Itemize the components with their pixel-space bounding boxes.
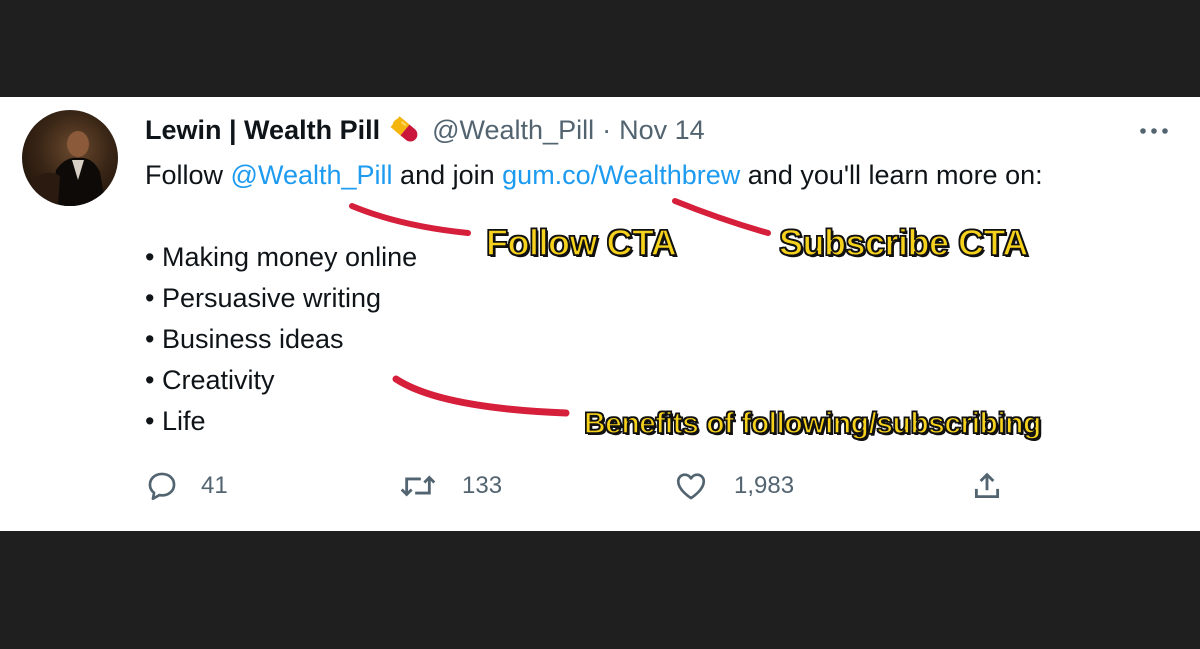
list-item: • Creativity bbox=[145, 365, 275, 395]
list-item: • Business ideas bbox=[145, 324, 344, 354]
tweet-text-line: Follow @Wealth_Pill and join gum.co/Weal… bbox=[145, 160, 1043, 191]
heart-icon bbox=[676, 473, 706, 500]
tweet-card[interactable]: Lewin | Wealth Pill @Wealth_Pill · Nov 1… bbox=[0, 97, 1200, 531]
tweet-header: Lewin | Wealth Pill @Wealth_Pill · Nov 1… bbox=[145, 115, 705, 145]
share-button[interactable] bbox=[970, 469, 1004, 503]
follow-cta-label: Follow CTA bbox=[485, 221, 677, 264]
retweet-icon bbox=[400, 475, 436, 497]
list-item: • Persuasive writing bbox=[145, 283, 382, 313]
pill-emoji-icon bbox=[388, 113, 422, 147]
reply-button[interactable]: 41 bbox=[145, 469, 228, 503]
retweet-button[interactable]: 133 bbox=[398, 469, 502, 503]
avatar-photo-icon bbox=[30, 131, 106, 206]
author-name[interactable]: Lewin | Wealth Pill bbox=[145, 115, 380, 146]
mention-link[interactable]: @Wealth_Pill bbox=[231, 160, 393, 190]
text-prefix: Follow bbox=[145, 160, 224, 190]
benefits-label: Benefits of following/subscribing bbox=[583, 406, 1042, 441]
author-handle[interactable]: @Wealth_Pill bbox=[432, 115, 594, 146]
like-button[interactable]: 1,983 bbox=[674, 469, 794, 503]
reply-count: 41 bbox=[201, 472, 228, 499]
text-suffix: and you'll learn more on: bbox=[747, 160, 1043, 190]
text-middle: and join bbox=[400, 160, 495, 190]
benefits-list: • Making money online • Persuasive writi… bbox=[145, 239, 417, 444]
avatar[interactable] bbox=[22, 110, 118, 206]
more-options-icon[interactable] bbox=[1137, 119, 1171, 143]
list-item: • Making money online bbox=[145, 242, 418, 272]
like-count: 1,983 bbox=[734, 472, 795, 499]
share-icon bbox=[974, 472, 1000, 499]
retweet-count: 133 bbox=[462, 472, 503, 499]
tweet-actions: 41 133 1,983 bbox=[0, 469, 1200, 509]
tweet-date[interactable]: Nov 14 bbox=[619, 115, 705, 146]
external-link[interactable]: gum.co/Wealthbrew bbox=[502, 160, 740, 190]
reply-icon bbox=[148, 472, 176, 501]
subscribe-cta-label: Subscribe CTA bbox=[778, 221, 1029, 264]
separator-dot: · bbox=[602, 114, 612, 145]
list-item: • Life bbox=[145, 406, 206, 436]
